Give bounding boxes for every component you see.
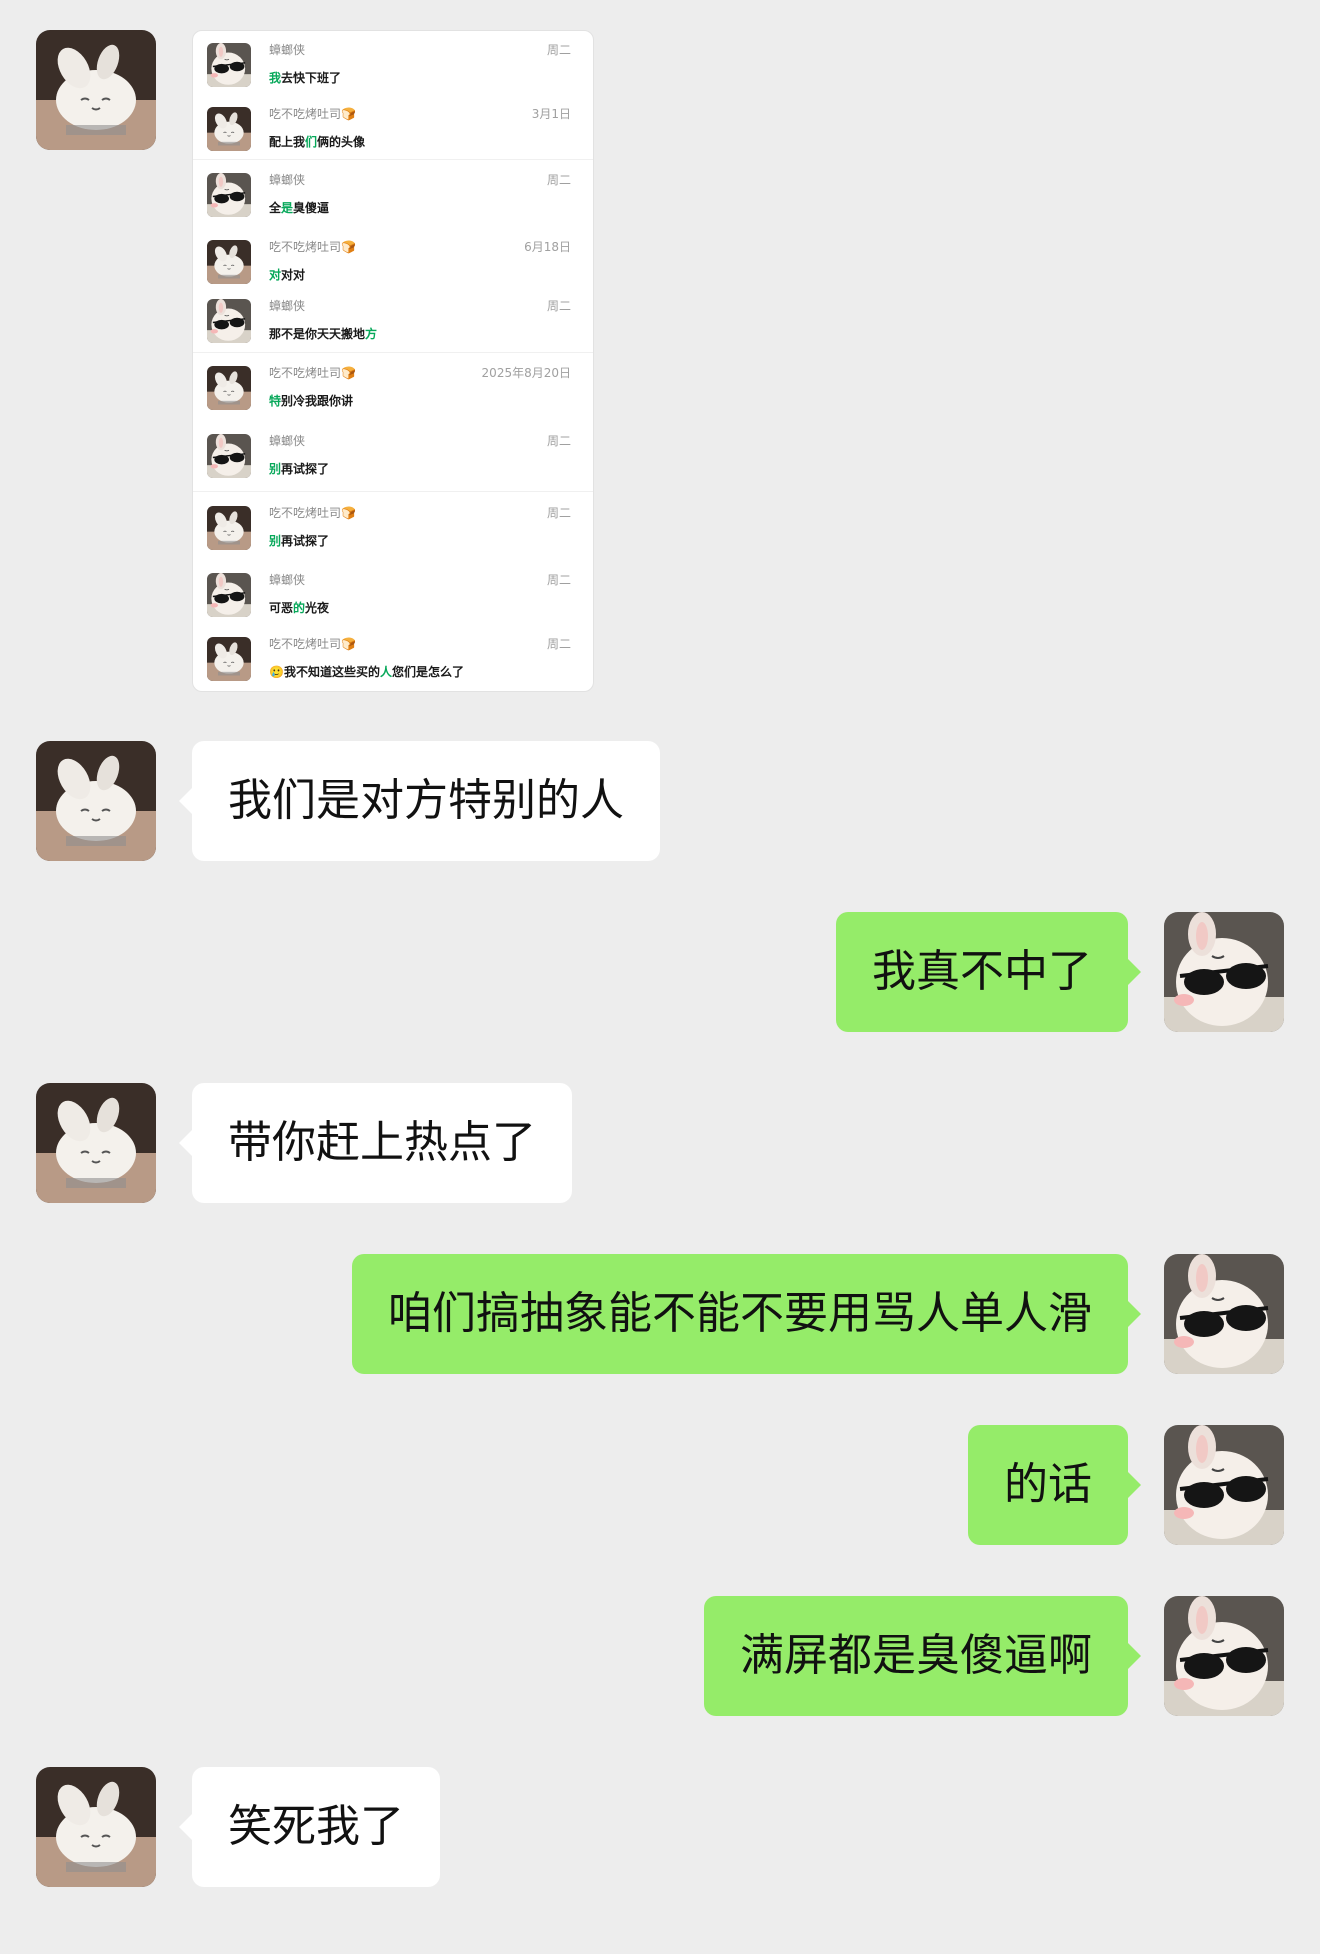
screenshot-message: 特别冷我跟你讲 (269, 394, 354, 408)
screenshot-time: 3月1日 (531, 107, 571, 121)
bunny-avatar-icon[interactable] (36, 1083, 156, 1203)
message-bubble-incoming[interactable]: 笑死我了 (179, 1767, 440, 1887)
screenshot-time: 周二 (546, 434, 571, 448)
divider (193, 491, 593, 492)
sunglasses-bunny-avatar-icon[interactable] (1164, 1425, 1284, 1545)
screenshot-sender: 吃不吃烤吐司🍞 (269, 107, 356, 121)
sunglasses-avatar-icon (207, 43, 251, 87)
screenshot-time: 周二 (546, 299, 571, 313)
screenshot-message: 我去快下班了 (269, 71, 342, 85)
screenshot-row: 吃不吃烤吐司🍞 3月1日 配上我们俩的头像 (193, 99, 593, 163)
screenshot-time: 周二 (546, 173, 571, 187)
sunglasses-bunny-avatar-icon[interactable] (1164, 912, 1284, 1032)
screenshot-sender: 吃不吃烤吐司🍞 (269, 240, 356, 254)
screenshot-time: 周二 (546, 637, 571, 651)
screenshot-row: 吃不吃烤吐司🍞 6月18日 对对对 (193, 232, 593, 296)
screenshot-row: 蟑螂侠 周二 我去快下班了 (193, 35, 593, 99)
bunny-avatar-icon[interactable] (36, 30, 156, 150)
screenshot-message: 那不是你天天搬地方 (269, 327, 378, 341)
divider (193, 159, 593, 160)
bunny-avatar-icon (207, 637, 251, 681)
message-bubble-incoming[interactable]: 我们是对方特别的人 (179, 741, 660, 861)
screenshot-message: 配上我们俩的头像 (269, 135, 366, 149)
bunny-avatar-icon (207, 366, 251, 410)
bunny-avatar-icon[interactable] (36, 1767, 156, 1887)
screenshot-sender: 蟑螂侠 (269, 173, 306, 187)
screenshot-sender: 蟑螂侠 (269, 299, 306, 313)
screenshot-time: 周二 (546, 43, 571, 57)
screenshot-row: 蟑螂侠 周二 全是臭傻逼 (193, 165, 593, 229)
screenshot-time: 周二 (546, 573, 571, 587)
sunglasses-avatar-icon (207, 299, 251, 343)
screenshot-sender: 吃不吃烤吐司🍞 (269, 637, 356, 651)
message-bubble-outgoing[interactable]: 我真不中了 (836, 912, 1141, 1032)
bunny-avatar-icon[interactable] (36, 741, 156, 861)
screenshot-time: 周二 (546, 506, 571, 520)
message-bubble-incoming[interactable]: 带你赶上热点了 (179, 1083, 572, 1203)
message-bubble-outgoing[interactable]: 满屏都是臭傻逼啊 (704, 1596, 1141, 1716)
screenshot-row: 吃不吃烤吐司🍞 2025年8月20日 特别冷我跟你讲 (193, 358, 593, 422)
screenshot-row: 吃不吃烤吐司🍞 周二 别再试探了 (193, 498, 593, 562)
screenshot-row: 吃不吃烤吐司🍞 周二 🥲我不知道这些买的人您们是怎么了 (193, 629, 593, 692)
screenshot-row: 蟑螂侠 周二 别再试探了 (193, 426, 593, 490)
divider (193, 352, 593, 353)
screenshot-row: 蟑螂侠 周二 可恶的光夜 (193, 565, 593, 629)
bunny-avatar-icon (207, 506, 251, 550)
sunglasses-avatar-icon (207, 434, 251, 478)
sunglasses-avatar-icon (207, 173, 251, 217)
screenshot-row: 蟑螂侠 周二 那不是你天天搬地方 (193, 291, 593, 355)
screenshot-time: 2025年8月20日 (481, 366, 571, 380)
screenshot-message: 别再试探了 (269, 534, 330, 548)
message-bubble-outgoing[interactable]: 咱们搞抽象能不能不要用骂人单人滑 (352, 1254, 1141, 1374)
screenshot-sender: 吃不吃烤吐司🍞 (269, 506, 356, 520)
sunglasses-bunny-avatar-icon[interactable] (1164, 1254, 1284, 1374)
screenshot-message: 对对对 (269, 268, 306, 282)
sunglasses-bunny-avatar-icon[interactable] (1164, 1596, 1284, 1716)
screenshot-sender: 蟑螂侠 (269, 573, 306, 587)
screenshot-message: 可恶的光夜 (269, 601, 330, 615)
message-bubble-outgoing[interactable]: 的话 (968, 1425, 1141, 1545)
shared-screenshot[interactable]: 蟑螂侠 周二 我去快下班了 吃不吃烤吐司🍞 3月1日 配上我们俩的头像 蟑螂侠 … (192, 30, 594, 692)
bunny-avatar-icon (207, 240, 251, 284)
sunglasses-avatar-icon (207, 573, 251, 617)
screenshot-message: 全是臭傻逼 (269, 201, 330, 215)
screenshot-sender: 蟑螂侠 (269, 43, 306, 57)
bunny-avatar-icon (207, 107, 251, 151)
screenshot-time: 6月18日 (524, 240, 571, 254)
screenshot-message: 别再试探了 (269, 462, 330, 476)
screenshot-sender: 吃不吃烤吐司🍞 (269, 366, 356, 380)
screenshot-message: 🥲我不知道这些买的人您们是怎么了 (269, 665, 464, 679)
screenshot-sender: 蟑螂侠 (269, 434, 306, 448)
